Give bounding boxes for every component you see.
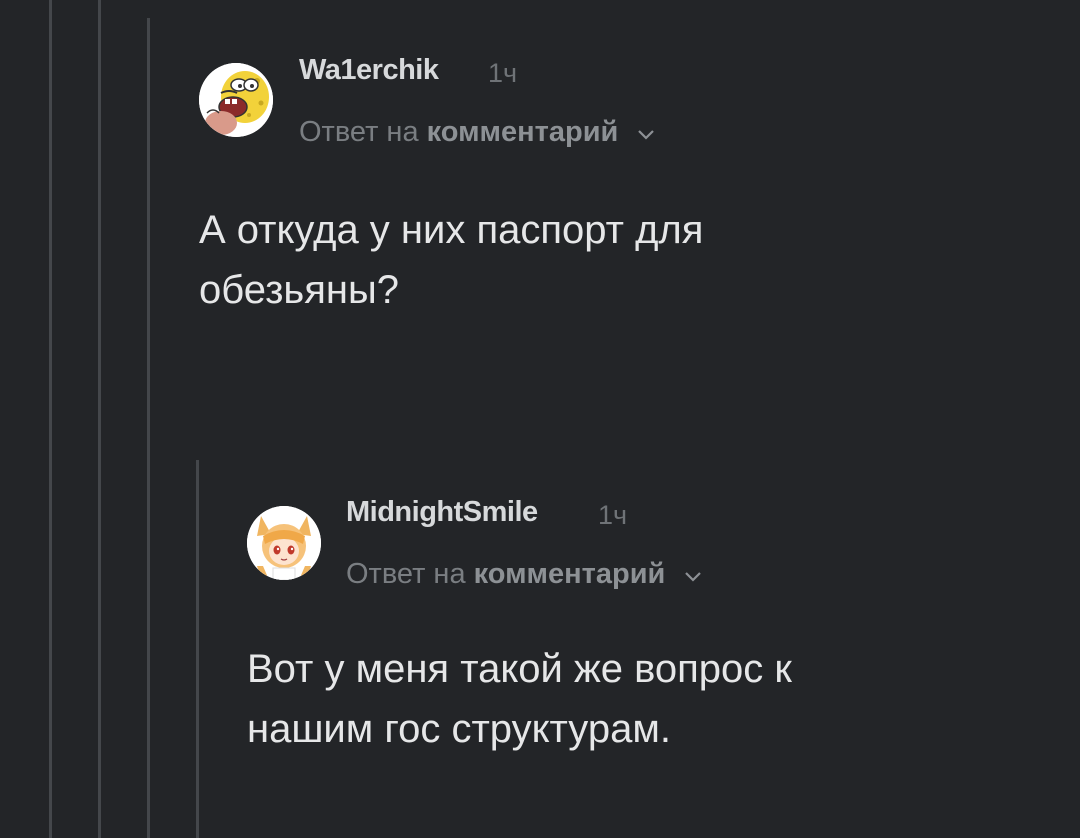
- timestamp: 1ч: [488, 58, 518, 88]
- thread-line-level-3: [147, 18, 150, 838]
- chevron-down-icon[interactable]: [683, 559, 703, 592]
- reply-prefix: Ответ на: [299, 116, 419, 148]
- reply-to: Ответ на комментарий: [299, 116, 656, 150]
- timestamp: 1ч: [598, 500, 628, 530]
- comment-text-line: нашим гос структурам.: [247, 707, 671, 751]
- reply-parent-link[interactable]: комментарий: [474, 558, 666, 590]
- comment-text-line: А откуда у них паспорт для: [199, 208, 704, 252]
- chevron-down-icon[interactable]: [636, 117, 656, 150]
- reply-to: Ответ на комментарий: [346, 558, 703, 592]
- anime-fox-girl-avatar-icon: [247, 506, 321, 580]
- username[interactable]: MidnightSmile: [346, 496, 538, 529]
- username[interactable]: Wa1erchik: [299, 54, 439, 87]
- avatar[interactable]: [199, 63, 273, 137]
- reply-parent-link[interactable]: комментарий: [427, 116, 619, 148]
- thread-line-level-4: [196, 460, 199, 838]
- spongebob-caveman-avatar-icon: [199, 63, 273, 137]
- avatar[interactable]: [247, 506, 321, 580]
- comment-text-line: Вот у меня такой же вопрос к: [247, 647, 792, 691]
- reply-prefix: Ответ на: [346, 558, 466, 590]
- thread-line-level-1: [49, 0, 52, 838]
- thread-line-level-2: [98, 0, 101, 838]
- comment-body: А откуда у них паспорт для обезьяны?: [199, 200, 919, 320]
- comment-text-line: обезьяны?: [199, 268, 399, 312]
- comment-body: Вот у меня такой же вопрос к нашим гос с…: [247, 639, 1007, 759]
